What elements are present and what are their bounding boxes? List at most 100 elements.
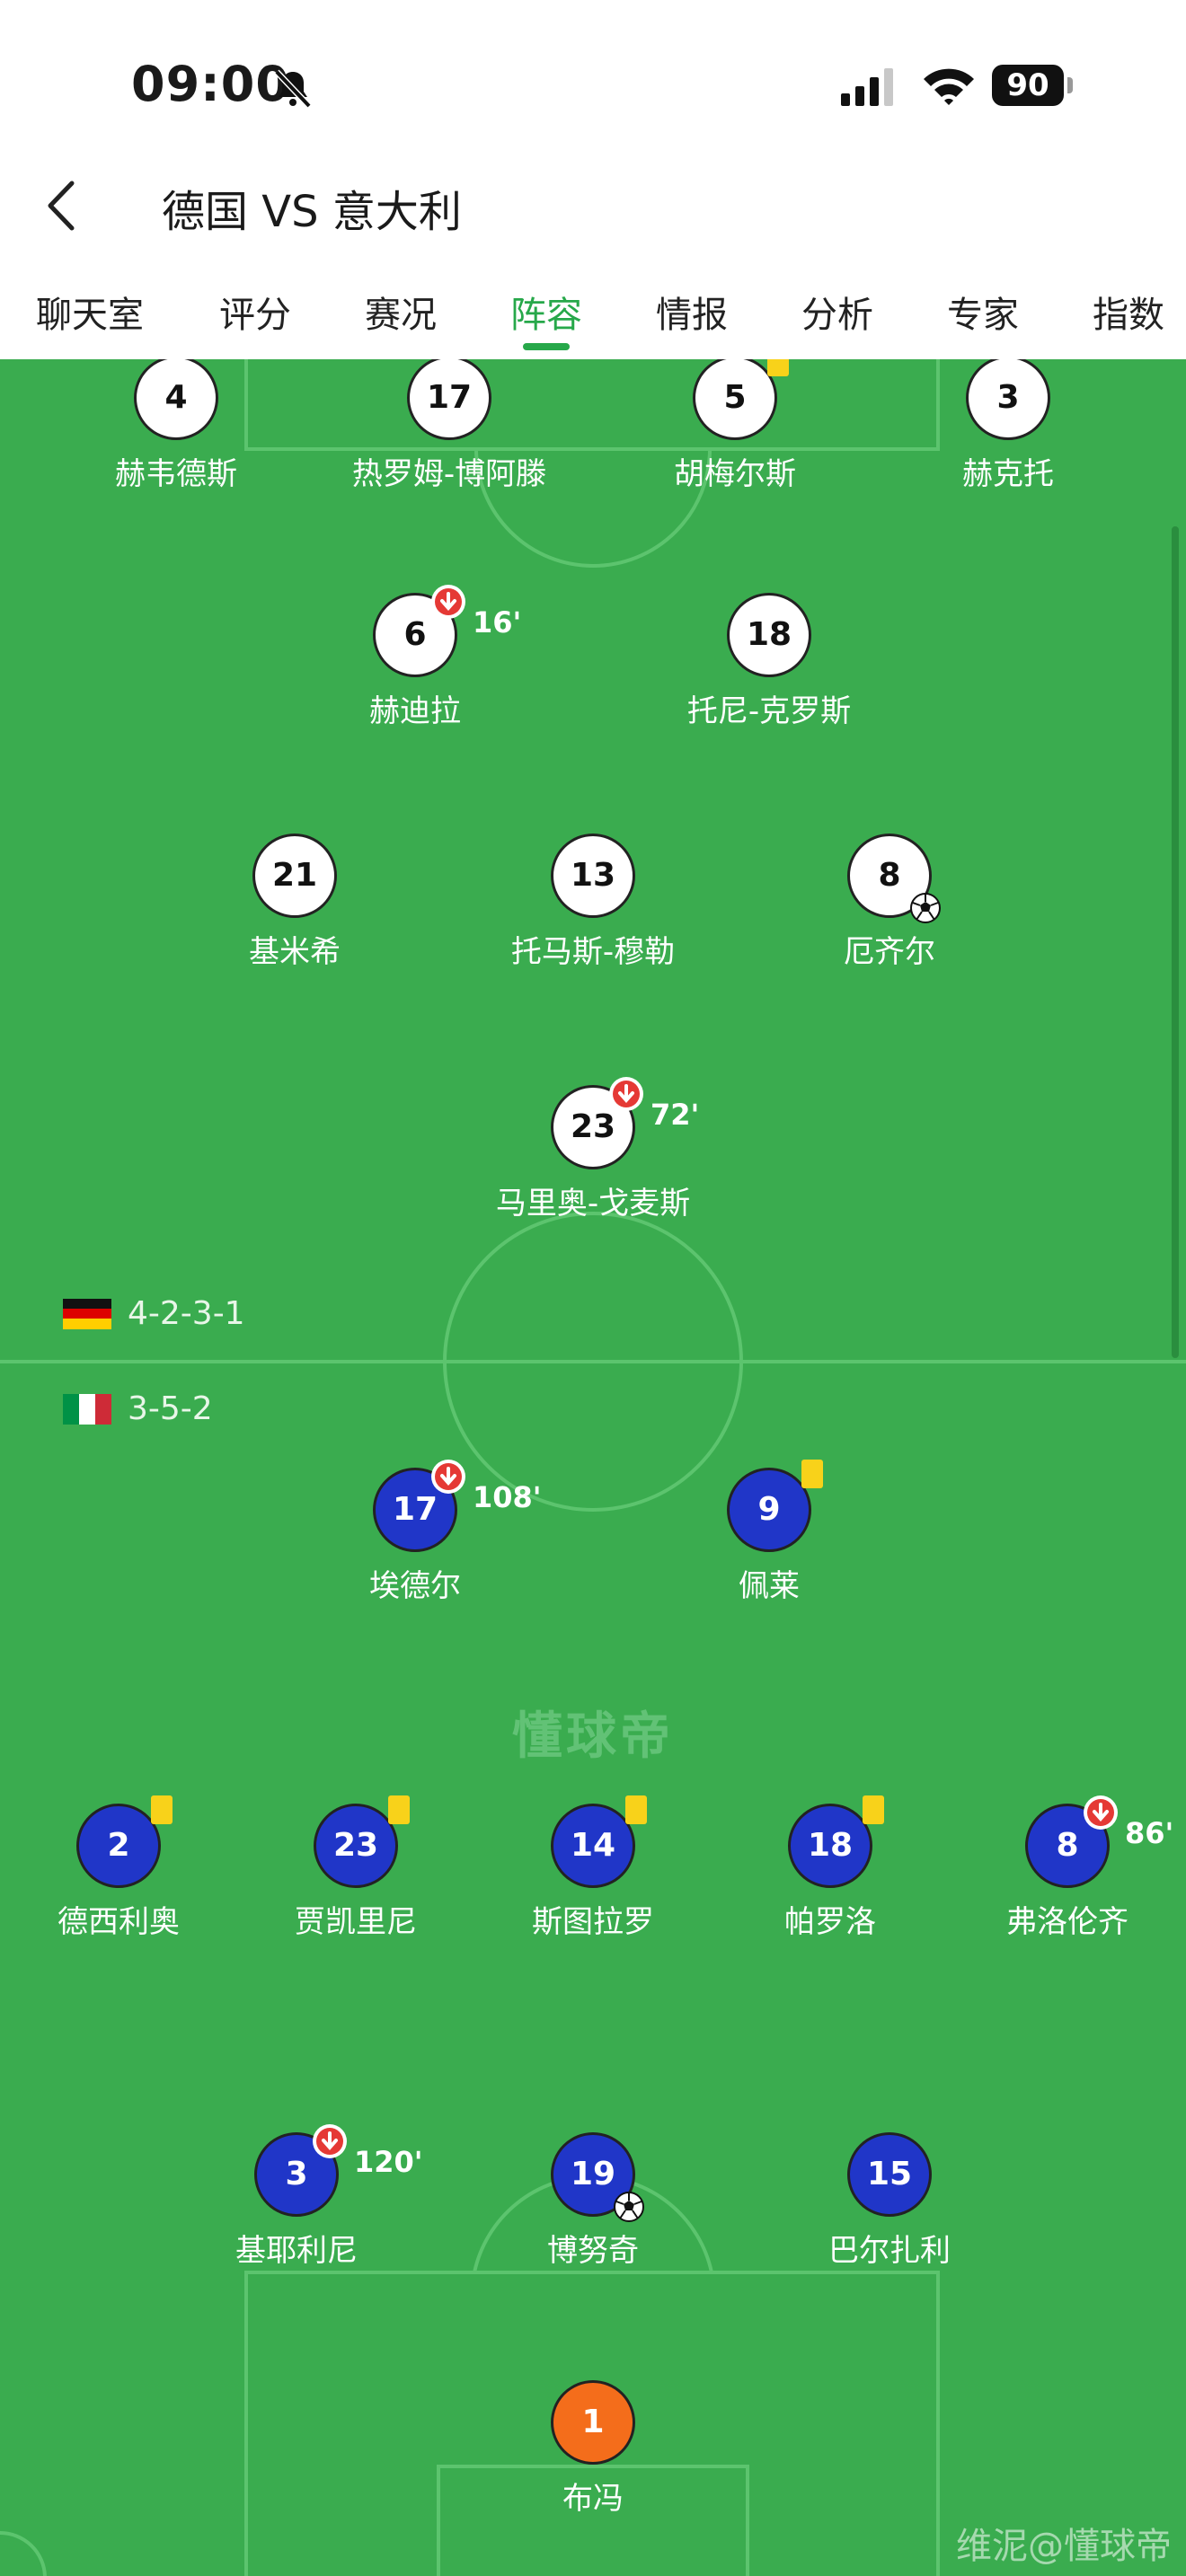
player-name: 基米希 bbox=[249, 934, 341, 970]
player-name: 佩莱 bbox=[739, 1568, 800, 1604]
player-name: 马里奥-戈麦斯 bbox=[495, 1186, 691, 1222]
jersey-number: 17 bbox=[392, 1491, 438, 1528]
jersey-number: 23 bbox=[332, 1827, 379, 1864]
jersey-number: 9 bbox=[757, 1491, 781, 1528]
sub-time: 120' bbox=[354, 2145, 423, 2179]
jersey-number: 6 bbox=[403, 616, 427, 653]
goal-ball-icon bbox=[910, 893, 941, 923]
goal-ball-icon bbox=[614, 2192, 644, 2222]
player-germany-23[interactable]: 23 72' 马里奥-戈麦斯 bbox=[485, 1077, 701, 1222]
player-italy-18[interactable]: 18 帕罗洛 bbox=[722, 1795, 938, 1941]
player-name: 胡梅尔斯 bbox=[674, 456, 796, 492]
player-germany-17[interactable]: 17 热罗姆-博阿滕 bbox=[341, 359, 557, 493]
player-italy-8[interactable]: 8 86' 弗洛伦齐 bbox=[960, 1795, 1175, 1941]
player-name: 厄齐尔 bbox=[844, 934, 935, 970]
sub-time: 72' bbox=[651, 1098, 700, 1132]
yellow-card-icon bbox=[151, 1795, 173, 1824]
jersey-number: 23 bbox=[570, 1108, 616, 1145]
sub-off-icon bbox=[431, 1460, 465, 1494]
formation-label: 3-5-2 bbox=[128, 1390, 213, 1427]
yellow-card-icon bbox=[767, 359, 789, 376]
player-name: 德西利奥 bbox=[58, 1904, 180, 1940]
jersey-number: 3 bbox=[285, 2156, 308, 2192]
jersey-number: 15 bbox=[847, 2132, 932, 2217]
jersey-number: 14 bbox=[570, 1827, 616, 1864]
player-italy-9[interactable]: 9 佩莱 bbox=[661, 1460, 877, 1605]
player-name: 赫韦德斯 bbox=[115, 456, 237, 492]
player-germany-6[interactable]: 6 16' 赫迪拉 bbox=[307, 585, 523, 730]
player-italy-15[interactable]: 15 巴尔扎利 bbox=[782, 2132, 997, 2270]
battery-icon: 90 bbox=[992, 65, 1073, 108]
player-germany-5[interactable]: 5 胡梅尔斯 bbox=[627, 359, 843, 493]
tab-lineup[interactable]: 阵容 bbox=[510, 286, 582, 338]
player-italy-3[interactable]: 3 120' 基耶利尼 bbox=[189, 2124, 423, 2270]
wifi-icon bbox=[924, 68, 974, 105]
player-name: 热罗姆-博阿滕 bbox=[351, 456, 547, 492]
formation-label: 4-2-3-1 bbox=[128, 1295, 245, 1332]
battery-level: 90 bbox=[992, 65, 1064, 106]
sub-off-icon bbox=[609, 1077, 643, 1111]
player-name: 托尼-克罗斯 bbox=[686, 693, 852, 729]
active-tab-indicator bbox=[523, 343, 570, 350]
sub-off-icon bbox=[313, 2124, 347, 2158]
jersey-number: 5 bbox=[723, 379, 747, 416]
tab-match-events[interactable]: 赛况 bbox=[365, 286, 437, 338]
watermark: 维泥@懂球帝 bbox=[956, 2526, 1172, 2567]
tab-experts[interactable]: 专家 bbox=[947, 286, 1019, 338]
player-name: 布冯 bbox=[562, 2481, 624, 2517]
tab-bar: 聊天室 评分 赛况 阵容 情报 分析 专家 指数 bbox=[0, 269, 1186, 359]
player-germany-21[interactable]: 21 基米希 bbox=[187, 834, 403, 971]
jersey-number: 1 bbox=[551, 2380, 635, 2465]
tab-ratings[interactable]: 评分 bbox=[219, 286, 291, 338]
yellow-card-icon bbox=[863, 1795, 884, 1824]
italy-flag-icon bbox=[63, 1394, 111, 1425]
player-italy-1-goalkeeper[interactable]: 1 布冯 bbox=[485, 2380, 701, 2518]
jersey-number: 21 bbox=[252, 834, 337, 918]
tab-intel[interactable]: 情报 bbox=[656, 286, 728, 338]
yellow-card-icon bbox=[625, 1795, 647, 1824]
player-name: 帕罗洛 bbox=[784, 1904, 876, 1940]
tab-analysis[interactable]: 分析 bbox=[801, 286, 873, 338]
player-name: 赫迪拉 bbox=[369, 693, 461, 729]
jersey-number: 19 bbox=[570, 2156, 616, 2192]
player-italy-14[interactable]: 14 斯图拉罗 bbox=[485, 1795, 701, 1941]
player-italy-19[interactable]: 19 博努奇 bbox=[485, 2132, 701, 2270]
nav-bar: 德国 VS 意大利 bbox=[0, 153, 1186, 260]
player-germany-18[interactable]: 18 托尼-克罗斯 bbox=[661, 593, 877, 730]
player-germany-4[interactable]: 4 赫韦德斯 bbox=[68, 359, 284, 493]
player-italy-23[interactable]: 23 贾凯里尼 bbox=[248, 1795, 464, 1941]
jersey-number: 3 bbox=[966, 359, 1050, 440]
player-name: 弗洛伦齐 bbox=[1006, 1904, 1128, 1940]
jersey-number: 17 bbox=[407, 359, 491, 440]
status-bar: 09:00 90 bbox=[0, 0, 1186, 153]
sub-time: 86' bbox=[1125, 1816, 1174, 1850]
yellow-card-icon bbox=[801, 1460, 823, 1488]
player-italy-2[interactable]: 2 德西利奥 bbox=[11, 1795, 226, 1941]
jersey-number: 8 bbox=[878, 857, 901, 894]
lineup-pitch: 懂球帝 4 赫韦德斯 17 热罗姆-博阿滕 5 胡梅尔斯 3 赫克托 6 16'… bbox=[0, 359, 1186, 2576]
player-germany-13[interactable]: 13 托马斯-穆勒 bbox=[485, 834, 701, 971]
player-name: 贾凯里尼 bbox=[295, 1904, 417, 1940]
player-germany-8[interactable]: 8 厄齐尔 bbox=[782, 834, 997, 971]
tab-chatroom[interactable]: 聊天室 bbox=[36, 286, 144, 338]
back-icon[interactable] bbox=[40, 174, 84, 237]
sub-time: 16' bbox=[473, 605, 522, 640]
jersey-number: 4 bbox=[134, 359, 218, 440]
player-name: 赫克托 bbox=[962, 456, 1054, 492]
germany-flag-icon bbox=[63, 1299, 111, 1329]
sub-off-icon bbox=[431, 585, 465, 619]
player-germany-3[interactable]: 3 赫克托 bbox=[900, 359, 1116, 493]
player-name: 托马斯-穆勒 bbox=[510, 934, 676, 970]
brand-logo: 懂球帝 bbox=[512, 1707, 674, 1766]
tab-odds[interactable]: 指数 bbox=[1093, 286, 1164, 338]
player-name: 博努奇 bbox=[547, 2233, 639, 2269]
player-name: 基耶利尼 bbox=[235, 2233, 358, 2269]
player-italy-17[interactable]: 17 108' 埃德尔 bbox=[307, 1460, 542, 1605]
player-name: 斯图拉罗 bbox=[532, 1904, 654, 1940]
jersey-number: 2 bbox=[107, 1827, 130, 1864]
sub-time: 108' bbox=[473, 1480, 542, 1514]
status-time: 09:00 bbox=[131, 56, 290, 112]
jersey-number: 18 bbox=[807, 1827, 854, 1864]
yellow-card-icon bbox=[388, 1795, 410, 1824]
jersey-number: 8 bbox=[1056, 1827, 1079, 1864]
